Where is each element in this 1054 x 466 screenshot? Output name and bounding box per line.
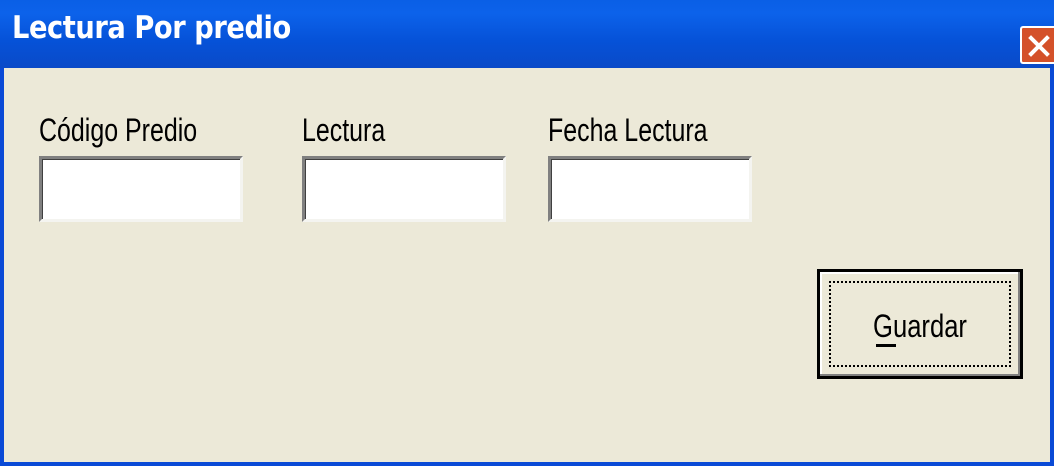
- lectura-label: Lectura: [302, 112, 386, 148]
- fecha-lectura-label: Fecha Lectura: [548, 112, 708, 148]
- lectura-input[interactable]: [302, 156, 506, 222]
- codigo-predio-label: Código Predio: [39, 112, 198, 148]
- guardar-button[interactable]: Guardar: [817, 269, 1023, 379]
- fecha-lectura-input[interactable]: [548, 156, 752, 222]
- window-title: Lectura Por predio: [12, 10, 291, 46]
- codigo-predio-input[interactable]: [39, 156, 243, 222]
- guardar-button-label: Guardar: [873, 308, 967, 344]
- close-icon: [1028, 35, 1050, 57]
- dialog-window: Lectura Por predio Código Predio Lectura…: [0, 0, 1054, 466]
- mnemonic-underline: [876, 344, 896, 347]
- close-button[interactable]: [1020, 26, 1054, 64]
- title-bar[interactable]: Lectura Por predio: [0, 0, 1054, 68]
